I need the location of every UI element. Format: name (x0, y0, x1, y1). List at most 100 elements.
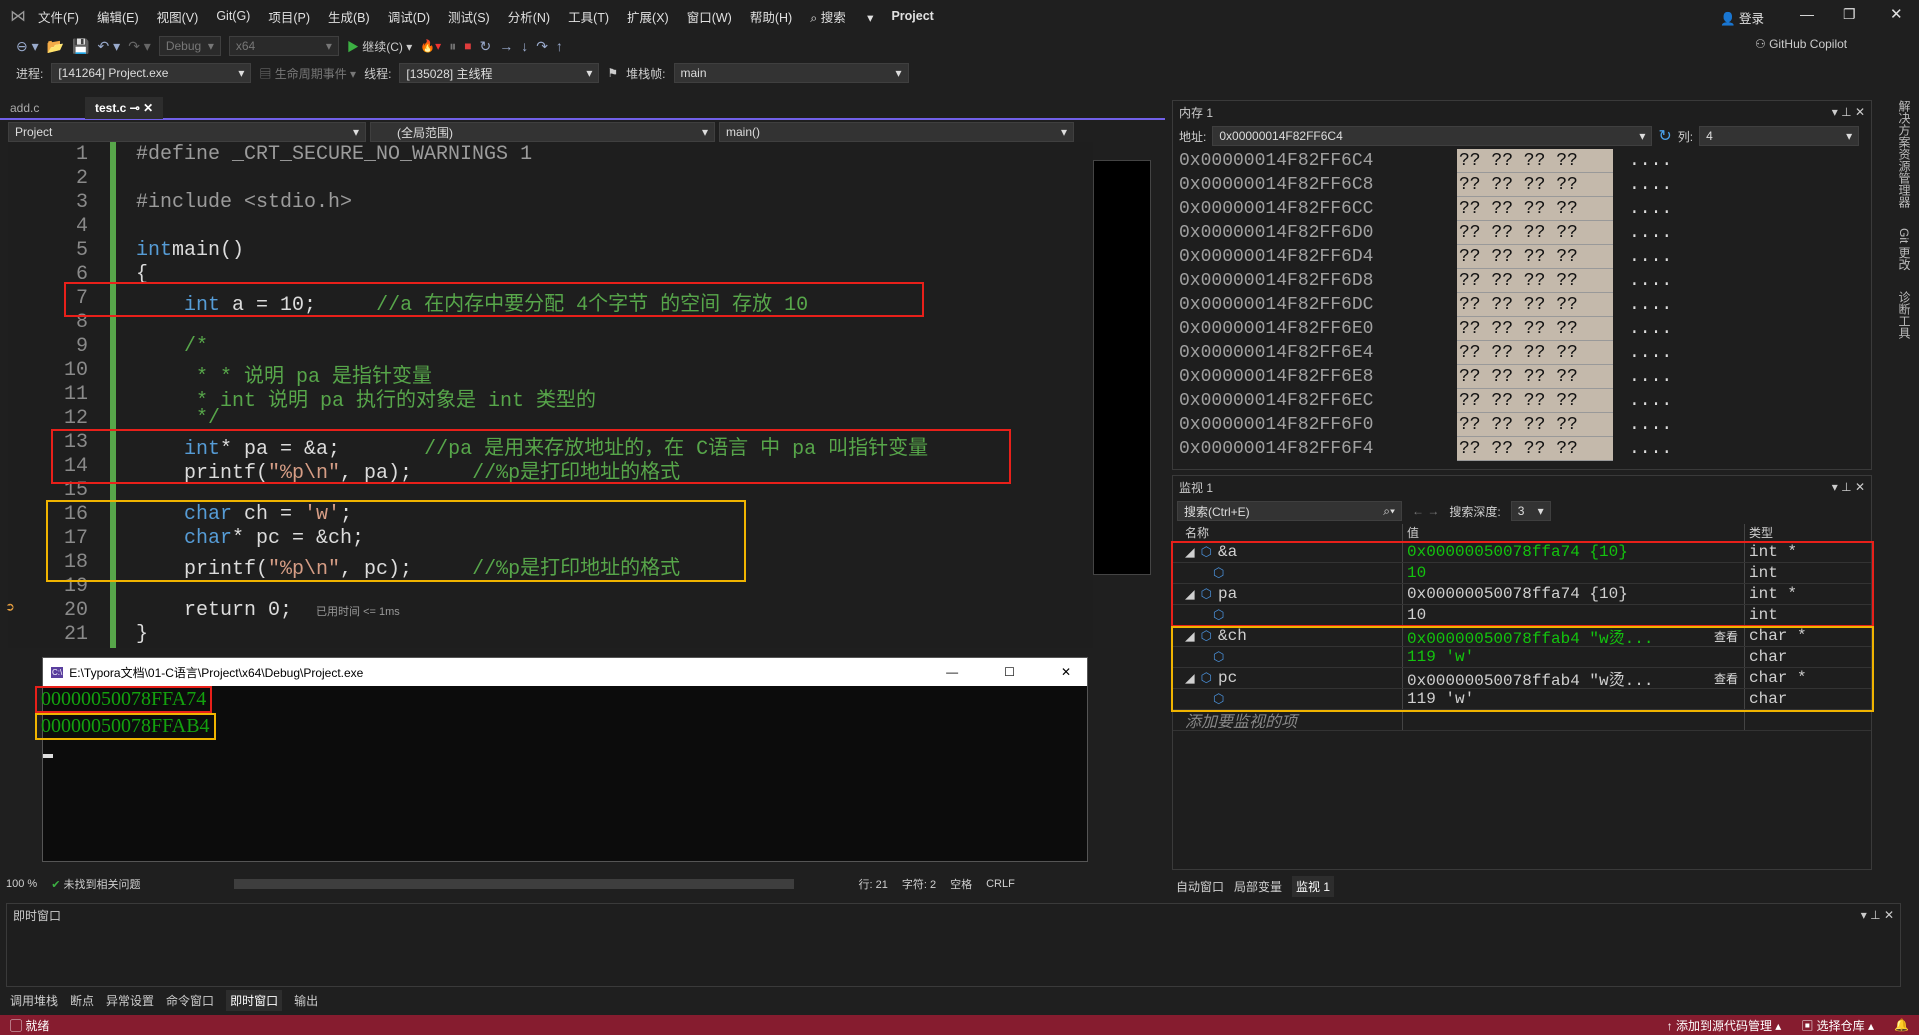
side-tab[interactable]: 诊断工具 (1896, 291, 1913, 339)
project-nav-select[interactable]: Project ▾ (8, 122, 366, 142)
menu-item[interactable]: 生成(B) (328, 7, 370, 26)
restart-icon[interactable]: ↻ (479, 38, 491, 55)
stop-icon[interactable]: ■ (464, 39, 471, 53)
memory-row[interactable]: 0x00000014F82FF6CC ?? ?? ?? ??.... (1173, 197, 1871, 221)
memory-bytes[interactable]: ?? ?? ?? ?? (1457, 341, 1613, 365)
memory-bytes[interactable]: ?? ?? ?? ?? (1457, 245, 1613, 269)
add-source-control-button[interactable]: ↑ 添加到源代码管理 ▴ (1667, 1017, 1782, 1034)
flag-icon[interactable]: ⚑ (607, 66, 618, 80)
address-input[interactable]: 0x00000014F82FF6C4 ▾ (1212, 126, 1653, 146)
maximize-button[interactable]: ❐ (1843, 6, 1856, 23)
memory-row[interactable]: 0x00000014F82FF6F0 ?? ?? ?? ??.... (1173, 413, 1871, 437)
menu-item[interactable]: 编辑(E) (97, 7, 139, 26)
lifecycle-button[interactable]: ▤ 生命周期事件 ▾ (259, 65, 356, 82)
config-select[interactable]: Debug ▾ (158, 36, 221, 56)
right-tab[interactable]: 局部变量 (1234, 878, 1282, 895)
menu-item[interactable]: 分析(N) (508, 7, 550, 26)
tab-add-c[interactable]: add.c (0, 97, 85, 119)
immediate-window[interactable]: 即时窗口 ▾ ⊥ ✕ (6, 903, 1901, 987)
continue-button[interactable]: ▶ 继续(C) ▾ (347, 38, 412, 55)
side-tab[interactable]: 解决方案资源管理器 (1896, 100, 1913, 208)
memory-row[interactable]: 0x00000014F82FF6E0 ?? ?? ?? ??.... (1173, 317, 1871, 341)
undo-icon[interactable]: ↶ ▾ (98, 38, 121, 55)
redo-icon[interactable]: ↷ ▾ (128, 38, 151, 55)
memory-bytes[interactable]: ?? ?? ?? ?? (1457, 173, 1613, 197)
console-close[interactable]: ✕ (1061, 665, 1071, 679)
pause-icon[interactable]: ⏸ (449, 38, 456, 55)
memory-bytes[interactable]: ?? ?? ?? ?? (1457, 197, 1613, 221)
member-nav-select[interactable]: main() ▾ (719, 122, 1074, 142)
memory-row[interactable]: 0x00000014F82FF6E8 ?? ?? ?? ??.... (1173, 365, 1871, 389)
menu-item[interactable]: Git(G) (216, 9, 250, 23)
side-tab[interactable]: Git 更改 (1896, 228, 1913, 271)
horizontal-scrollbar[interactable] (234, 879, 795, 889)
bottom-tab[interactable]: 异常设置 (106, 992, 154, 1009)
open-file-icon[interactable]: 📂 (47, 38, 64, 55)
tab-test-c[interactable]: test.c ⊸ ✕ (85, 97, 164, 119)
memory-bytes[interactable]: ?? ?? ?? ?? (1457, 437, 1613, 461)
memory-bytes[interactable]: ?? ?? ?? ?? (1457, 293, 1613, 317)
panel-controls[interactable]: ▾ ⊥ ✕ (1861, 908, 1894, 922)
login-button[interactable]: 👤 登录 (1720, 8, 1782, 27)
add-watch-row[interactable]: 添加要监视的项 (1173, 710, 1871, 731)
menu-item[interactable]: 工具(T) (568, 7, 609, 26)
menu-item[interactable]: 测试(S) (448, 7, 490, 26)
scope-nav-select[interactable]: (全局范围) ▾ (370, 122, 715, 142)
watch-search-input[interactable]: 搜索(Ctrl+E) ⌕▾ (1177, 501, 1402, 521)
memory-bytes[interactable]: ?? ?? ?? ?? (1457, 269, 1613, 293)
whitespace-indicator[interactable]: 空格 (950, 876, 972, 892)
step-over-icon[interactable]: ↷ (536, 38, 548, 55)
close-tab-icon[interactable]: ✕ (143, 101, 153, 115)
memory-row[interactable]: 0x00000014F82FF6D0 ?? ?? ?? ??.... (1173, 221, 1871, 245)
menu-item[interactable]: 扩展(X) (627, 7, 669, 26)
memory-bytes[interactable]: ?? ?? ?? ?? (1457, 389, 1613, 413)
process-select[interactable]: [141264] Project.exe ▾ (51, 63, 252, 83)
step-out-icon[interactable]: ↑ (556, 38, 563, 54)
save-icon[interactable]: 💾 (72, 38, 89, 55)
bottom-tab[interactable]: 即时窗口 (226, 990, 283, 1011)
console-minimize[interactable]: — (946, 665, 958, 679)
memory-row[interactable]: 0x00000014F82FF6DC ?? ?? ?? ??.... (1173, 293, 1871, 317)
hot-reload-icon[interactable]: 🔥▾ (420, 39, 441, 53)
code-editor[interactable]: 1 #define _CRT_SECURE_NO_WARNINGS 1 2 3 #inc… (6, 142, 1093, 648)
menu-item[interactable]: 文件(F) (38, 7, 79, 26)
stack-select[interactable]: main ▾ (673, 63, 909, 83)
menu-item[interactable]: 帮助(H) (750, 7, 792, 26)
console-maximize[interactable]: ☐ (1004, 665, 1015, 679)
menu-item[interactable]: 视图(V) (157, 7, 199, 26)
minimize-button[interactable]: — (1800, 6, 1814, 22)
issues-indicator[interactable]: ✔ 未找到相关问题 (51, 876, 140, 892)
memory-bytes[interactable]: ?? ?? ?? ?? (1457, 413, 1613, 437)
header-type[interactable]: 类型 (1745, 524, 1871, 541)
console-window[interactable]: C:\ E:\Typora文档\01-C语言\Project\x64\Debug… (35, 657, 1088, 862)
minimap[interactable] (1093, 160, 1151, 575)
right-tab[interactable]: 监视 1 (1292, 876, 1335, 897)
header-value[interactable]: 值 (1403, 524, 1745, 541)
depth-select[interactable]: 3 ▾ (1510, 501, 1551, 521)
select-repo-button[interactable]: ▣ 选择仓库 ▴ (1801, 1017, 1874, 1034)
memory-bytes[interactable]: ?? ?? ?? ?? (1457, 365, 1613, 389)
zoom-level[interactable]: 100 % (6, 878, 37, 890)
memory-row[interactable]: 0x00000014F82FF6F4 ?? ?? ?? ??.... (1173, 437, 1871, 461)
memory-row[interactable]: 0x00000014F82FF6D4 ?? ?? ?? ??.... (1173, 245, 1871, 269)
menu-item[interactable]: 窗口(W) (687, 7, 732, 26)
pin-icon[interactable]: ⊸ (130, 101, 140, 115)
copilot-button[interactable]: ⚇ GitHub Copilot (1755, 37, 1847, 51)
eol-indicator[interactable]: CRLF (986, 878, 1015, 890)
notifications-icon[interactable]: 🔔 (1894, 1018, 1909, 1032)
memory-row[interactable]: 0x00000014F82FF6E4 ?? ?? ?? ??.... (1173, 341, 1871, 365)
memory-row[interactable]: 0x00000014F82FF6C4 ?? ?? ?? ??.... (1173, 149, 1871, 173)
memory-bytes[interactable]: ?? ?? ?? ?? (1457, 221, 1613, 245)
right-tab[interactable]: 自动窗口 (1176, 878, 1224, 895)
panel-controls[interactable]: ▾ ⊥ ✕ (1832, 105, 1865, 119)
bottom-tab[interactable]: 命令窗口 (166, 992, 214, 1009)
close-button[interactable]: ✕ (1890, 5, 1903, 23)
memory-bytes[interactable]: ?? ?? ?? ?? (1457, 149, 1613, 173)
memory-bytes[interactable]: ?? ?? ?? ?? (1457, 317, 1613, 341)
menu-item[interactable]: 调试(D) (388, 7, 430, 26)
back-icon[interactable]: ⊖ ▾ (16, 38, 39, 55)
memory-row[interactable]: 0x00000014F82FF6EC ?? ?? ?? ??.... (1173, 389, 1871, 413)
step-into-icon[interactable]: ↓ (521, 38, 528, 54)
menu-item[interactable]: 项目(P) (268, 7, 310, 26)
bottom-tab[interactable]: 断点 (70, 992, 94, 1009)
